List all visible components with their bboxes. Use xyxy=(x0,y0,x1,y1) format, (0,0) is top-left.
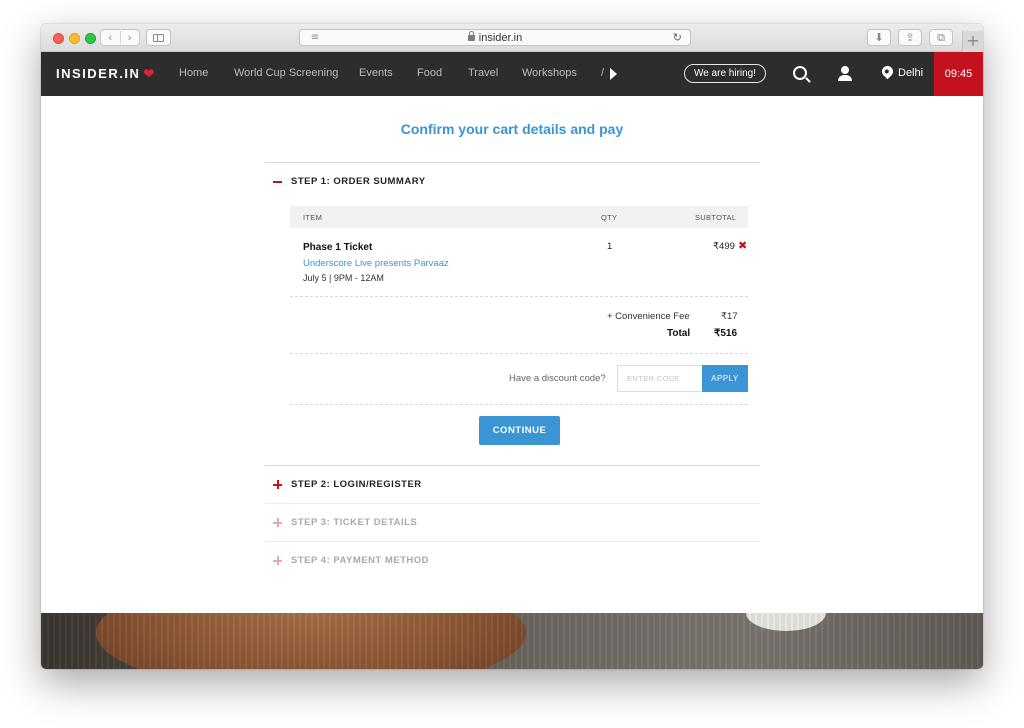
site-navbar: INSIDER.IN ❤ Home World Cup Screening Eve… xyxy=(41,52,983,96)
tab-overview-button[interactable]: ⧉ xyxy=(929,29,953,46)
location-pin-icon[interactable] xyxy=(879,63,896,80)
discount-code-input[interactable] xyxy=(617,365,702,392)
ticket-quantity: 1 xyxy=(607,241,613,252)
back-button[interactable]: ‹ xyxy=(101,31,120,44)
continue-button[interactable]: CONTINUE xyxy=(479,416,560,445)
nav-item-home[interactable]: Home xyxy=(179,67,208,79)
close-window-button[interactable] xyxy=(53,33,64,44)
divider xyxy=(265,503,760,504)
discount-prompt: Have a discount code? xyxy=(509,373,606,384)
share-button[interactable]: ⇪ xyxy=(898,29,922,46)
lock-icon xyxy=(467,31,475,41)
column-header-subtotal: SUBTOTAL xyxy=(695,213,737,222)
dashed-divider xyxy=(290,404,748,405)
event-time: July 5 | 9PM - 12AM xyxy=(303,273,384,283)
reload-icon[interactable]: ↻ xyxy=(673,31,682,44)
order-table-header: ITEM QTY SUBTOTAL xyxy=(290,206,748,228)
site-logo[interactable]: INSIDER.IN ❤ xyxy=(56,66,156,82)
nav-item-workshops[interactable]: Workshops xyxy=(522,67,577,79)
user-icon[interactable] xyxy=(838,66,852,82)
step-1-header[interactable]: STEP 1: ORDER SUMMARY xyxy=(291,176,426,187)
expand-plus-icon[interactable] xyxy=(273,480,282,489)
tabs-icon: ⧉ xyxy=(937,30,945,44)
nav-item-events[interactable]: Events xyxy=(359,67,393,79)
dashed-divider xyxy=(290,353,748,354)
share-icon: ⇪ xyxy=(905,31,915,44)
nav-item-travel[interactable]: Travel xyxy=(468,67,498,79)
divider xyxy=(265,541,760,542)
expand-plus-icon xyxy=(273,556,282,565)
expand-plus-icon xyxy=(273,518,282,527)
step-2-header[interactable]: STEP 2: LOGIN/REGISTER xyxy=(291,479,422,490)
nav-item-food[interactable]: Food xyxy=(417,67,442,79)
search-icon[interactable] xyxy=(793,66,807,80)
ticket-subtotal: ₹499 xyxy=(713,241,735,252)
step-4-header: STEP 4: PAYMENT METHOD xyxy=(291,555,430,566)
hiring-button[interactable]: We are hiring! xyxy=(684,64,766,83)
ticket-name: Phase 1 Ticket xyxy=(303,242,373,253)
column-header-qty: QTY xyxy=(601,213,618,222)
divider xyxy=(265,465,760,466)
apply-discount-button[interactable]: APPLY xyxy=(702,365,748,392)
column-header-item: ITEM xyxy=(303,213,323,222)
convenience-fee-value: ₹17 xyxy=(721,311,738,322)
footer-background-photo xyxy=(41,613,983,669)
event-link[interactable]: Underscore Live presents Parvaaz xyxy=(303,258,449,269)
download-icon: ⬇ xyxy=(874,31,884,44)
url-text: insider.in xyxy=(478,32,523,44)
history-nav: ‹ › xyxy=(100,29,140,46)
step-3-header: STEP 3: TICKET DETAILS xyxy=(291,517,418,528)
convenience-fee-label: + Convenience Fee xyxy=(607,311,690,322)
fullscreen-window-button[interactable] xyxy=(85,33,96,44)
address-bar[interactable]: ≡ insider.in ↻ xyxy=(299,29,691,46)
session-timer: 09:45 xyxy=(934,52,983,96)
page-title: Confirm your cart details and pay xyxy=(400,121,624,137)
new-tab-button[interactable]: + xyxy=(962,31,983,52)
minimize-window-button[interactable] xyxy=(69,33,80,44)
total-value: ₹516 xyxy=(714,328,738,339)
total-label: Total xyxy=(667,328,691,339)
downloads-button[interactable]: ⬇ xyxy=(867,29,891,46)
nav-item-world-cup-screening[interactable]: World Cup Screening xyxy=(234,67,338,79)
browser-titlebar: ‹ › ≡ insider.in ↻ ⬇ ⇪ ⧉ + xyxy=(41,24,983,52)
sidebar-toggle-button[interactable] xyxy=(146,29,171,46)
forward-button[interactable]: › xyxy=(119,31,140,44)
sidebar-icon xyxy=(153,33,164,42)
heart-icon: ❤ xyxy=(143,66,156,81)
browser-window: ‹ › ≡ insider.in ↻ ⬇ ⇪ ⧉ + INSIDER.IN ❤ H… xyxy=(41,24,983,669)
remove-item-icon[interactable]: ✖ xyxy=(738,239,747,252)
dashed-divider xyxy=(290,296,748,297)
city-selector[interactable]: Delhi xyxy=(898,67,923,79)
nav-item-truncated[interactable]: / xyxy=(601,67,604,79)
divider xyxy=(265,162,760,163)
collapse-minus-icon[interactable] xyxy=(273,181,282,183)
nav-more-arrow-icon[interactable] xyxy=(606,66,620,82)
